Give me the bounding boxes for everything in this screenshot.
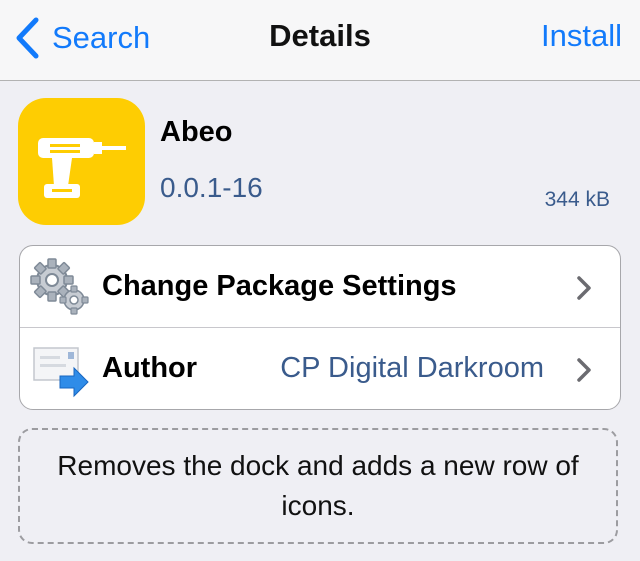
install-button[interactable]: Install bbox=[541, 18, 622, 54]
package-size: 344 kB bbox=[544, 188, 610, 211]
author-row[interactable]: Author CP Digital Darkroom bbox=[20, 328, 620, 409]
app-icon bbox=[18, 98, 145, 225]
package-name: Abeo bbox=[160, 116, 233, 148]
author-label: Author bbox=[102, 352, 198, 384]
chevron-right-icon bbox=[577, 358, 591, 382]
change-package-settings-row[interactable]: Change Package Settings bbox=[20, 246, 620, 328]
actions-group: Change Package Settings Author CP Digita… bbox=[19, 245, 621, 410]
chevron-right-icon bbox=[577, 276, 591, 300]
navigation-bar: Search Details Install bbox=[0, 0, 640, 81]
drill-icon bbox=[37, 137, 126, 198]
description-box: Removes the dock and adds a new row of i… bbox=[18, 428, 618, 544]
author-value: CP Digital Darkroom bbox=[280, 352, 544, 384]
gears-icon bbox=[30, 258, 90, 316]
mail-forward-icon bbox=[30, 340, 90, 398]
change-package-settings-label: Change Package Settings bbox=[102, 270, 457, 302]
package-version: 0.0.1-16 bbox=[160, 172, 263, 203]
package-description: Removes the dock and adds a new row of i… bbox=[57, 450, 579, 521]
